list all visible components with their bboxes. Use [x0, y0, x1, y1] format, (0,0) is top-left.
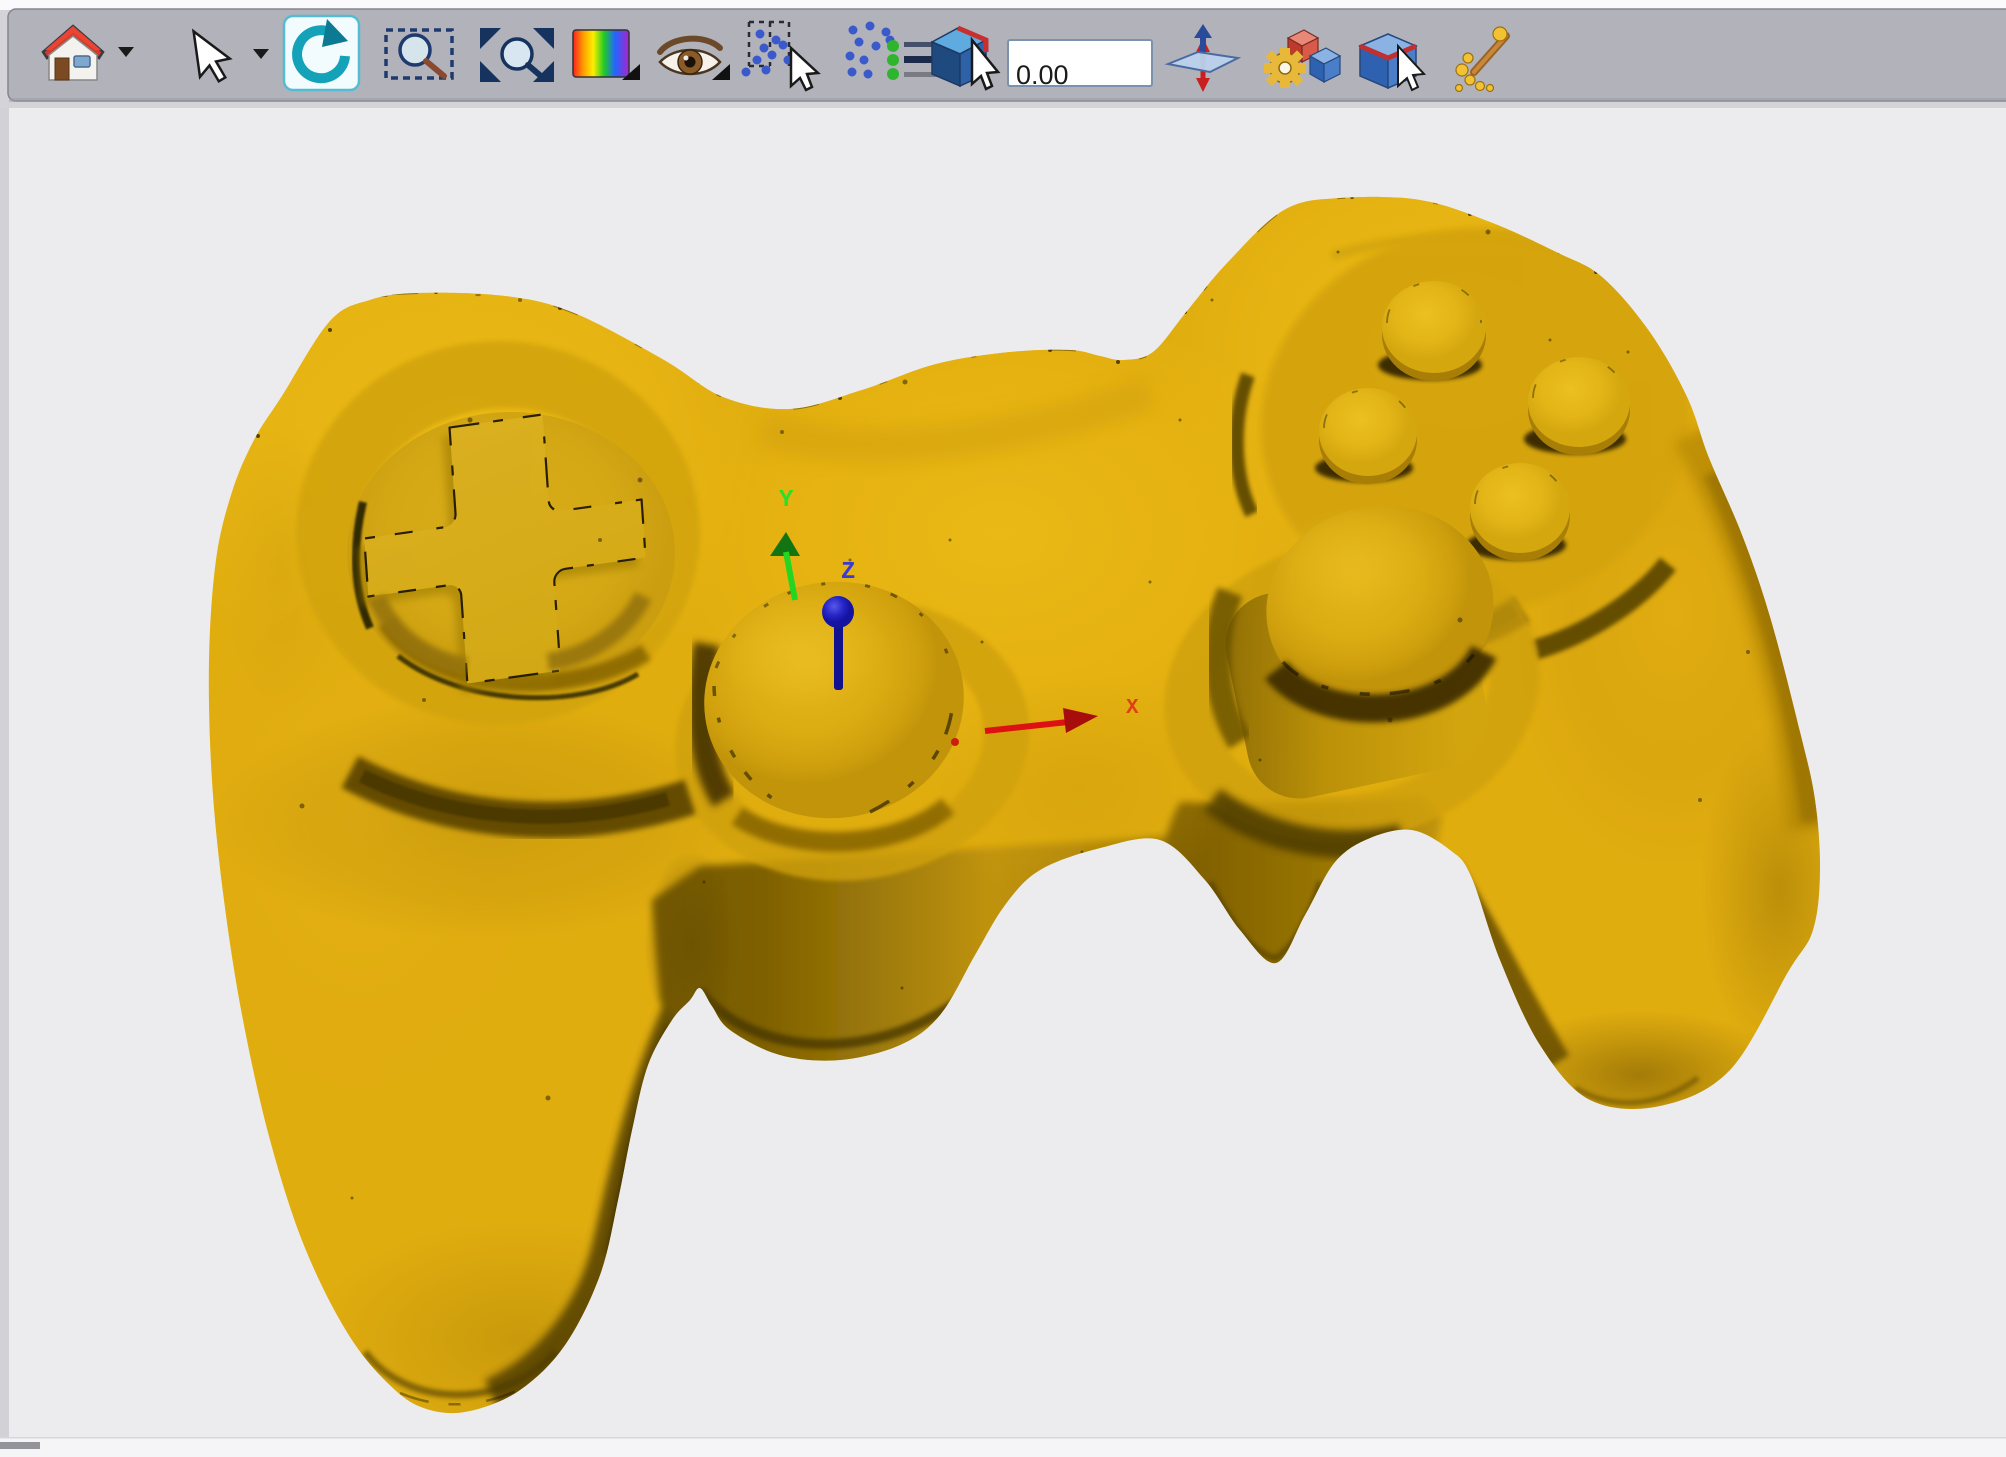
svg-text:Y: Y — [779, 487, 794, 514]
svg-text:0.00: 0.00 — [1016, 60, 1069, 90]
svg-text:Z: Z — [841, 559, 855, 586]
svg-text:X: X — [1126, 697, 1139, 720]
